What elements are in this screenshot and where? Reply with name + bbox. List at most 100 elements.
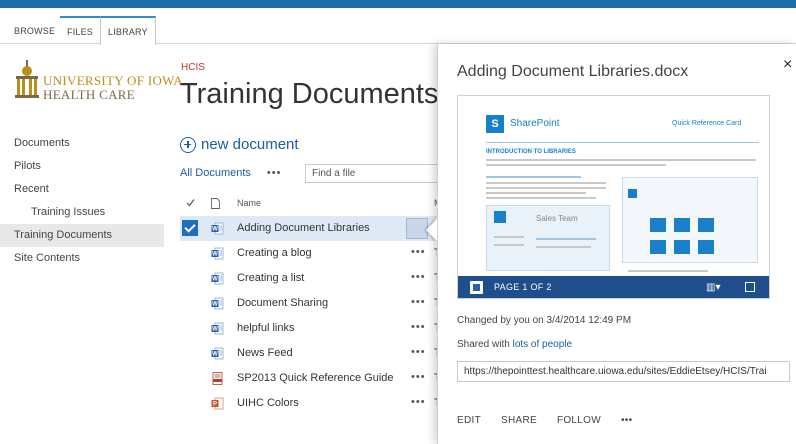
preview-footer: PAGE 1 OF 2 ▥▾ — [458, 276, 769, 298]
nav-item-recent[interactable]: Recent — [0, 178, 164, 201]
ribbon: BROWSE FILES LIBRARY — [0, 8, 796, 45]
table-row[interactable]: WCreating a list•••T — [180, 266, 441, 291]
shared-with-link[interactable]: lots of people — [513, 339, 573, 350]
svg-text:P: P — [213, 402, 217, 408]
svg-text:W: W — [212, 302, 218, 308]
preview-text-line — [628, 270, 708, 272]
suite-bar — [0, 0, 796, 8]
select-all-checkmark[interactable] — [186, 198, 195, 214]
document-list: W Adding Document Libraries W Creating a bl… — [180, 216, 441, 416]
document-name-link[interactable]: UIHC Colors — [237, 397, 299, 409]
brand-line2: HEALTH CARE — [43, 87, 136, 102]
row-menu-button[interactable]: ••• — [411, 296, 426, 308]
row-menu-button[interactable]: ••• — [411, 396, 426, 408]
nav-item-documents[interactable]: Documents — [0, 132, 164, 155]
word-document-icon: W — [211, 347, 224, 360]
row-menu-button[interactable]: ••• — [411, 371, 426, 383]
callout-title: Adding Document Libraries.docx — [457, 63, 689, 80]
row-checkbox[interactable] — [182, 345, 198, 361]
tab-files[interactable]: FILES — [60, 16, 101, 45]
quick-launch: Documents Pilots Recent Training Issues Trai… — [0, 132, 164, 270]
preview-tile — [674, 218, 690, 232]
tab-browse[interactable]: BROWSE — [7, 18, 62, 44]
table-row[interactable]: WDocument Sharing•••T — [180, 291, 441, 316]
file-type-header[interactable] — [211, 198, 220, 214]
preview-quick-ref: Quick Reference Card — [672, 120, 742, 127]
document-url-field[interactable]: https://thepointtest.healthcare.uiowa.ed… — [457, 361, 790, 382]
preview-tile — [628, 189, 637, 198]
preview-text-line — [536, 246, 591, 248]
word-app-icon — [470, 281, 483, 294]
new-document-button[interactable]: new document — [180, 136, 299, 153]
preview-tile — [650, 218, 666, 232]
svg-text:W: W — [212, 277, 218, 283]
word-document-icon: W — [211, 247, 224, 260]
document-name-link[interactable]: Adding Document Libraries — [237, 222, 370, 234]
row-checkbox[interactable] — [182, 395, 198, 411]
row-menu-button[interactable]: ••• — [411, 321, 426, 333]
svg-text:W: W — [212, 352, 218, 358]
edit-button[interactable]: EDIT — [457, 415, 481, 426]
table-row[interactable]: W Adding Document Libraries — [180, 216, 440, 241]
svg-text:W: W — [212, 327, 218, 333]
changed-by: Changed by you on 3/4/2014 12:49 PM — [457, 315, 632, 326]
row-menu-button[interactable]: ••• — [411, 346, 426, 358]
document-preview[interactable]: S SharePoint Quick Reference Card INTROD… — [457, 95, 770, 299]
preview-text-line — [486, 176, 581, 178]
table-row[interactable]: Whelpful links•••T — [180, 316, 441, 341]
name-column-header[interactable]: Name — [237, 198, 261, 214]
preview-header: S SharePoint Quick Reference Card — [468, 111, 763, 141]
row-menu-button[interactable]: ••• — [411, 246, 426, 258]
page-title: Training Documents — [180, 78, 439, 110]
document-name-link[interactable]: Creating a list — [237, 272, 304, 284]
tab-library[interactable]: LIBRARY — [100, 16, 156, 45]
new-document-label: new document — [201, 136, 299, 153]
close-icon[interactable]: × — [783, 56, 792, 74]
preview-screenshot-right — [622, 177, 758, 263]
more-actions-button[interactable]: ••• — [621, 415, 632, 426]
checkmark-icon — [186, 199, 195, 207]
popout-icon[interactable] — [745, 282, 755, 292]
document-name-link[interactable]: helpful links — [237, 322, 294, 334]
preview-text-line — [486, 192, 586, 194]
follow-button[interactable]: FOLLOW — [557, 415, 601, 426]
document-name-link[interactable]: Document Sharing — [237, 297, 328, 309]
table-row[interactable]: WCreating a blog•••T — [180, 241, 441, 266]
table-row[interactable]: PUIHC Colors•••T — [180, 391, 441, 416]
word-document-icon: W — [211, 297, 224, 310]
document-name-link[interactable]: Creating a blog — [237, 247, 312, 259]
row-menu-button[interactable]: ••• — [411, 271, 426, 283]
row-checkbox-checked[interactable] — [182, 220, 198, 236]
preview-rule — [486, 142, 759, 143]
row-checkbox[interactable] — [182, 320, 198, 336]
row-checkbox[interactable] — [182, 295, 198, 311]
row-checkbox[interactable] — [182, 370, 198, 386]
row-checkbox[interactable] — [182, 245, 198, 261]
preview-text-line — [536, 238, 596, 240]
view-more-button[interactable]: ••• — [267, 167, 282, 179]
share-button[interactable]: SHARE — [501, 415, 537, 426]
table-row[interactable]: WNews Feed•••T — [180, 341, 441, 366]
nav-item-site-contents[interactable]: Site Contents — [0, 247, 164, 270]
preview-tile — [650, 240, 666, 254]
preview-tile — [494, 211, 506, 223]
site-label[interactable]: HCIS — [181, 62, 205, 73]
svg-text:W: W — [212, 227, 218, 233]
view-all-documents[interactable]: All Documents — [180, 167, 251, 179]
preview-tile — [674, 240, 690, 254]
site-logo[interactable]: UNIVERSITY OF IOWA HEALTH CARE — [12, 58, 183, 108]
row-menu-box[interactable] — [406, 218, 428, 239]
nav-item-training-documents[interactable]: Training Documents — [0, 224, 164, 247]
nav-item-pilots[interactable]: Pilots — [0, 155, 164, 178]
table-row[interactable]: SP2013 Quick Reference Guide•••T — [180, 366, 441, 391]
nav-item-training-issues[interactable]: Training Issues — [0, 201, 164, 224]
row-checkbox[interactable] — [182, 270, 198, 286]
view-options-icon[interactable]: ▥▾ — [706, 282, 720, 293]
sharepoint-logo-icon: S — [486, 115, 504, 133]
preview-page-indicator: PAGE 1 OF 2 — [494, 282, 552, 292]
preview-text-line — [494, 244, 524, 246]
document-name-link[interactable]: SP2013 Quick Reference Guide — [237, 372, 394, 384]
find-file-input[interactable]: Find a file — [305, 164, 445, 183]
view-bar: All Documents ••• — [180, 164, 281, 182]
document-name-link[interactable]: News Feed — [237, 347, 293, 359]
